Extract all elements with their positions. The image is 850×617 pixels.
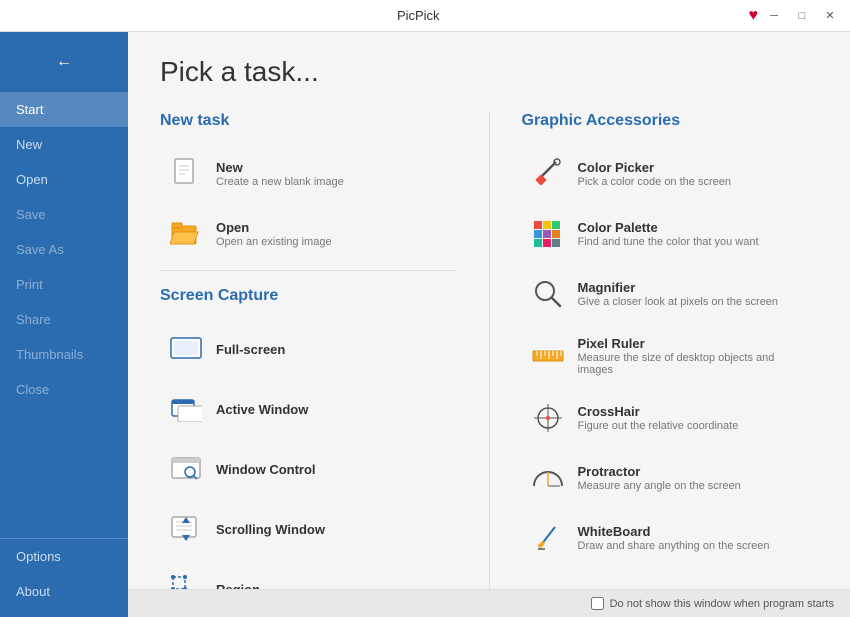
window-control-item[interactable]: Window Control: [160, 441, 457, 497]
magnifier-desc: Give a closer look at pixels on the scre…: [578, 296, 779, 308]
section-divider: [160, 270, 457, 271]
color-picker-item[interactable]: Color Picker Pick a color code on the sc…: [522, 146, 819, 202]
region-label: Region: [216, 582, 260, 590]
app-body: ← Start New Open Save Save As Print Shar…: [0, 32, 850, 617]
protractor-icon: [530, 460, 566, 496]
crosshair-icon: [530, 400, 566, 436]
open-desc: Open an existing image: [216, 236, 332, 248]
active-window-icon: [168, 391, 204, 427]
new-label: New: [216, 160, 344, 175]
color-palette-item[interactable]: Color Palette Find and tune the color th…: [522, 206, 819, 262]
color-picker-desc: Pick a color code on the screen: [578, 176, 731, 188]
magnifier-icon: [530, 276, 566, 312]
open-label: Open: [216, 220, 332, 235]
sidebar-item-open[interactable]: Open: [0, 162, 128, 197]
new-desc: Create a new blank image: [216, 176, 344, 188]
sidebar-item-new[interactable]: New: [0, 127, 128, 162]
heart-favorite-icon[interactable]: ♥: [749, 7, 759, 25]
open-icon: [168, 216, 204, 252]
sidebar-item-save-as[interactable]: Save As: [0, 232, 128, 267]
sidebar-nav: Start New Open Save Save As Print Share …: [0, 92, 128, 538]
whiteboard-label: WhiteBoard: [578, 524, 770, 539]
scrolling-window-label: Scrolling Window: [216, 522, 325, 537]
full-screen-icon: [168, 331, 204, 367]
col-left: New task New: [160, 112, 490, 589]
scrolling-window-item[interactable]: Scrolling Window: [160, 501, 457, 557]
active-window-label: Active Window: [216, 402, 308, 417]
active-window-item[interactable]: Active Window: [160, 381, 457, 437]
color-picker-icon: [530, 156, 566, 192]
window-control-label: Window Control: [216, 462, 316, 477]
protractor-desc: Measure any angle on the screen: [578, 480, 741, 492]
protractor-item[interactable]: Protractor Measure any angle on the scre…: [522, 450, 819, 506]
sidebar-item-close[interactable]: Close: [0, 372, 128, 407]
color-palette-desc: Find and tune the color that you want: [578, 236, 759, 248]
sidebar-item-about[interactable]: About: [0, 574, 66, 609]
sidebar: ← Start New Open Save Save As Print Shar…: [0, 32, 128, 617]
dont-show-label[interactable]: Do not show this window when program sta…: [610, 598, 834, 610]
window-title: PicPick: [88, 8, 749, 23]
sidebar-item-share[interactable]: Share: [0, 302, 128, 337]
sidebar-item-print[interactable]: Print: [0, 267, 128, 302]
sidebar-bottom: Options About: [0, 538, 128, 617]
scrolling-window-icon: [168, 511, 204, 547]
back-button[interactable]: ←: [46, 44, 82, 80]
pixel-ruler-desc: Measure the size of desktop objects and …: [578, 352, 811, 376]
region-item[interactable]: Region: [160, 561, 457, 589]
new-icon: [168, 156, 204, 192]
maximize-button[interactable]: □: [790, 4, 814, 28]
minimize-button[interactable]: ─: [762, 4, 786, 28]
dont-show-checkbox[interactable]: [591, 597, 604, 610]
window-controls: ─ □ ✕: [762, 4, 842, 28]
window-control-icon: [168, 451, 204, 487]
pixel-ruler-item[interactable]: Pixel Ruler Measure the size of desktop …: [522, 326, 819, 386]
screen-capture-title: Screen Capture: [160, 287, 457, 305]
whiteboard-item[interactable]: WhiteBoard Draw and share anything on th…: [522, 510, 819, 566]
magnifier-label: Magnifier: [578, 280, 779, 295]
magnifier-item[interactable]: Magnifier Give a closer look at pixels o…: [522, 266, 819, 322]
full-screen-item[interactable]: Full-screen: [160, 321, 457, 377]
whiteboard-icon: [530, 520, 566, 556]
new-task-item[interactable]: New Create a new blank image: [160, 146, 457, 202]
close-button[interactable]: ✕: [818, 4, 842, 28]
region-icon: [168, 571, 204, 589]
full-screen-label: Full-screen: [216, 342, 285, 357]
crosshair-desc: Figure out the relative coordinate: [578, 420, 739, 432]
title-bar: PicPick ♥ ─ □ ✕: [0, 0, 850, 32]
graphic-accessories-title: Graphic Accessories: [522, 112, 819, 130]
pixel-ruler-label: Pixel Ruler: [578, 336, 811, 351]
page-title: Pick a task...: [160, 56, 818, 88]
crosshair-item[interactable]: CrossHair Figure out the relative coordi…: [522, 390, 819, 446]
color-palette-label: Color Palette: [578, 220, 759, 235]
color-picker-label: Color Picker: [578, 160, 731, 175]
sidebar-top: ←: [0, 32, 128, 92]
main-content: Pick a task... New task: [128, 32, 850, 589]
color-palette-icon: [530, 216, 566, 252]
sidebar-item-options[interactable]: Options: [0, 539, 77, 574]
sidebar-item-thumbnails[interactable]: Thumbnails: [0, 337, 128, 372]
footer-row: Do not show this window when program sta…: [128, 589, 850, 617]
pixel-ruler-icon: [530, 338, 566, 374]
two-col-layout: New task New: [160, 112, 818, 589]
open-task-item[interactable]: Open Open an existing image: [160, 206, 457, 262]
sidebar-item-start[interactable]: Start: [0, 92, 128, 127]
col-right: Graphic Accessories Color Picker: [490, 112, 819, 589]
protractor-label: Protractor: [578, 464, 741, 479]
new-task-title: New task: [160, 112, 457, 130]
whiteboard-desc: Draw and share anything on the screen: [578, 540, 770, 552]
sidebar-item-save[interactable]: Save: [0, 197, 128, 232]
crosshair-label: CrossHair: [578, 404, 739, 419]
